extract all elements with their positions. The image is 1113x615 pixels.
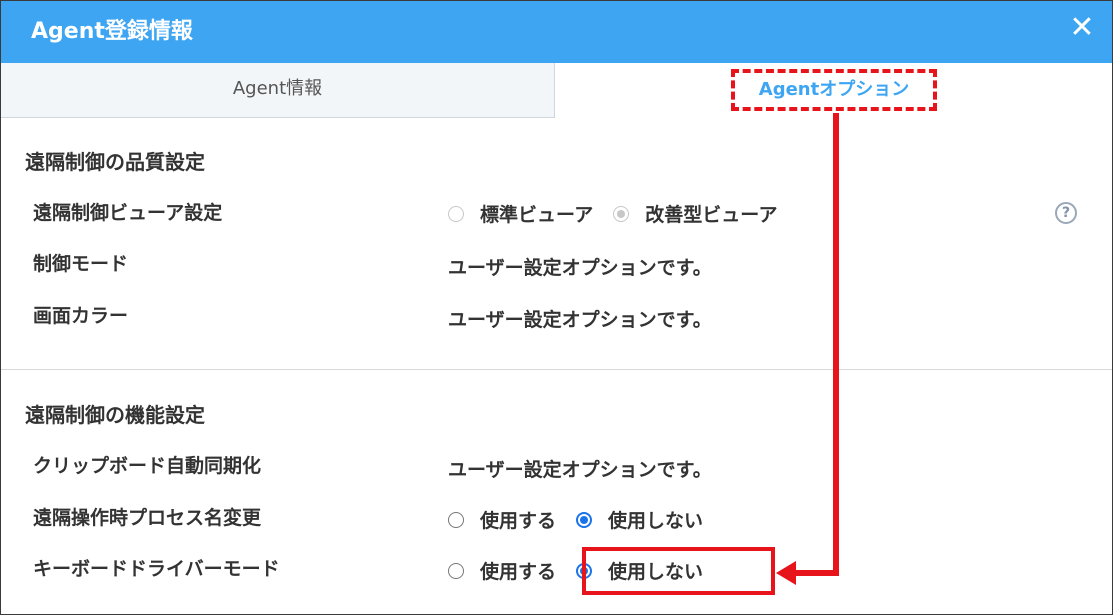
clipboard-sync-value: ユーザー設定オプションです。 [448,459,712,481]
agent-registration-dialog: Agent登録情報 ✕ Agent情報 Agentオプション 遠隔制御の品質設定… [0,0,1113,615]
dialog-title: Agent登録情報 [31,19,193,44]
improved-viewer-label: 改善型ビューア [645,204,778,226]
highlight-box [582,547,775,595]
radio-standard-viewer [448,205,464,222]
close-icon[interactable]: ✕ [1066,12,1098,44]
control-mode-label: 制御モード [33,253,129,275]
keyboard-use-label[interactable]: 使用する [480,557,556,584]
screen-color-label: 画面カラー [33,305,129,327]
radio-keyboard-use[interactable] [448,562,464,579]
section-divider [1,369,1112,370]
tab-agent-info[interactable]: Agent情報 [1,63,555,118]
section-title-function: 遠隔制御の機能設定 [25,403,205,427]
viewer-setting-radios: 標準ビューア 改善型ビューア [448,200,778,227]
tab-agent-options[interactable]: Agentオプション [556,63,1112,118]
process-nouse-label[interactable]: 使用しない [608,506,703,533]
radio-process-use[interactable] [448,511,464,528]
radio-improved-viewer [613,205,630,222]
annotation-arrow-horizontal [793,570,839,576]
process-name-radios: 使用する 使用しない [448,506,703,533]
annotation-arrow-vertical [833,113,839,576]
arrow-head-icon [776,561,796,585]
section-title-quality: 遠隔制御の品質設定 [25,150,205,174]
dialog-header: Agent登録情報 ✕ [1,1,1112,63]
process-name-label: 遠隔操作時プロセス名変更 [33,507,262,529]
viewer-setting-label: 遠隔制御ビューア設定 [33,202,223,224]
tab-agent-options-label: Agentオプション [731,69,937,111]
screen-color-value: ユーザー設定オプションです。 [448,309,712,331]
help-icon[interactable]: ? [1055,202,1077,224]
process-use-label[interactable]: 使用する [480,506,556,533]
standard-viewer-label: 標準ビューア [480,204,594,226]
keyboard-driver-label: キーボードドライバーモード [33,558,280,580]
radio-process-nouse[interactable] [576,511,593,528]
control-mode-value: ユーザー設定オプションです。 [448,257,712,279]
clipboard-sync-label: クリップボード自動同期化 [33,455,262,477]
